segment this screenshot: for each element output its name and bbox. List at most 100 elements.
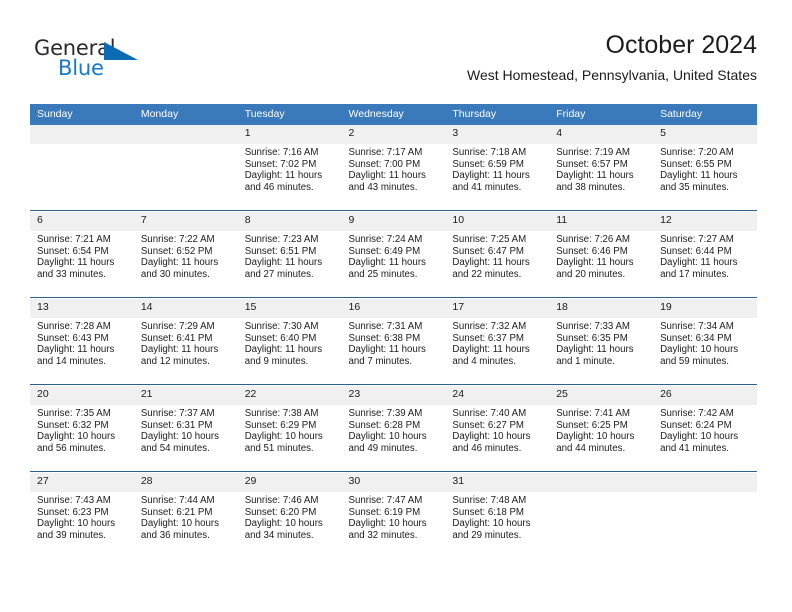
day-cell[interactable]: Sunrise: 7:39 AM Sunset: 6:28 PM Dayligh… xyxy=(341,405,446,472)
day-number[interactable] xyxy=(549,473,654,492)
day-cell[interactable]: Sunrise: 7:46 AM Sunset: 6:20 PM Dayligh… xyxy=(237,492,342,558)
day-cell[interactable]: Sunrise: 7:33 AM Sunset: 6:35 PM Dayligh… xyxy=(549,318,654,385)
day-cell[interactable]: Sunrise: 7:31 AM Sunset: 6:38 PM Dayligh… xyxy=(341,318,446,385)
day-cell[interactable]: Sunrise: 7:24 AM Sunset: 6:49 PM Dayligh… xyxy=(341,231,446,298)
daylight-text-line2: and 33 minutes. xyxy=(37,269,106,281)
day-cell[interactable]: Sunrise: 7:26 AM Sunset: 6:46 PM Dayligh… xyxy=(549,231,654,298)
daylight-text-line1: Daylight: 10 hours xyxy=(556,431,635,443)
day-number[interactable]: 11 xyxy=(549,212,654,231)
day-cell[interactable]: Sunrise: 7:37 AM Sunset: 6:31 PM Dayligh… xyxy=(133,405,238,472)
day-cell[interactable]: Sunrise: 7:34 AM Sunset: 6:34 PM Dayligh… xyxy=(653,318,757,385)
day-number[interactable]: 18 xyxy=(549,299,654,318)
day-cell[interactable]: Sunrise: 7:28 AM Sunset: 6:43 PM Dayligh… xyxy=(30,318,134,385)
day-number[interactable]: 28 xyxy=(133,473,238,492)
day-cell[interactable]: Sunrise: 7:30 AM Sunset: 6:40 PM Dayligh… xyxy=(237,318,342,385)
day-cell[interactable]: Sunrise: 7:17 AM Sunset: 7:00 PM Dayligh… xyxy=(341,144,446,211)
daylight-text-line2: and 27 minutes. xyxy=(244,269,314,281)
day-cell[interactable]: Sunrise: 7:48 AM Sunset: 6:18 PM Dayligh… xyxy=(445,492,550,558)
day-number[interactable]: 4 xyxy=(549,125,654,144)
day-number[interactable]: 23 xyxy=(341,386,446,405)
daylight-text-line1: Daylight: 10 hours xyxy=(348,518,427,530)
sunrise-text: Sunrise: 7:40 AM xyxy=(452,408,527,419)
sunset-text: Sunset: 6:44 PM xyxy=(660,245,732,257)
day-number[interactable]: 17 xyxy=(445,299,550,318)
day-number[interactable]: 13 xyxy=(30,299,134,318)
day-cell[interactable]: Sunrise: 7:25 AM Sunset: 6:47 PM Dayligh… xyxy=(445,231,550,298)
sunset-text: Sunset: 7:00 PM xyxy=(348,158,421,170)
daylight-text-line2: and 14 minutes. xyxy=(37,356,106,368)
daylight-text-line2: and 59 minutes. xyxy=(660,356,729,368)
day-number[interactable]: 9 xyxy=(341,212,446,231)
daylight-text-line1: Daylight: 11 hours xyxy=(244,344,323,356)
day-cell[interactable]: Sunrise: 7:16 AM Sunset: 7:02 PM Dayligh… xyxy=(237,144,342,211)
day-number[interactable] xyxy=(30,125,134,144)
sunset-text: Sunset: 6:27 PM xyxy=(452,419,524,431)
sunrise-text: Sunrise: 7:30 AM xyxy=(244,321,319,332)
day-cell[interactable]: Sunrise: 7:29 AM Sunset: 6:41 PM Dayligh… xyxy=(133,318,238,385)
sunrise-text: Sunrise: 7:23 AM xyxy=(244,234,319,245)
day-number[interactable] xyxy=(653,473,757,492)
day-number[interactable]: 26 xyxy=(653,386,757,405)
page-subtitle: West Homestead, Pennsylvania, United Sta… xyxy=(466,67,757,83)
sunrise-text: Sunrise: 7:27 AM xyxy=(660,234,734,245)
day-number[interactable]: 10 xyxy=(445,212,550,231)
sunrise-text: Sunrise: 7:43 AM xyxy=(37,495,111,506)
day-number[interactable]: 20 xyxy=(30,386,134,405)
day-cell[interactable]: Sunrise: 7:19 AM Sunset: 6:57 PM Dayligh… xyxy=(549,144,654,211)
daylight-text-line2: and 7 minutes. xyxy=(348,356,413,368)
day-number[interactable]: 19 xyxy=(653,299,757,318)
day-number[interactable]: 5 xyxy=(653,125,757,144)
day-cell[interactable]: Sunrise: 7:22 AM Sunset: 6:52 PM Dayligh… xyxy=(133,231,238,298)
sunset-text: Sunset: 6:18 PM xyxy=(452,506,524,518)
day-number[interactable]: 3 xyxy=(445,125,550,144)
sunrise-text: Sunrise: 7:16 AM xyxy=(244,147,319,158)
sunset-text: Sunset: 6:24 PM xyxy=(660,419,732,431)
week-row-details: Sunrise: 7:43 AM Sunset: 6:23 PM Dayligh… xyxy=(30,492,757,558)
day-cell[interactable]: Sunrise: 7:20 AM Sunset: 6:55 PM Dayligh… xyxy=(653,144,757,211)
day-cell[interactable]: Sunrise: 7:41 AM Sunset: 6:25 PM Dayligh… xyxy=(549,405,654,472)
day-number[interactable]: 25 xyxy=(549,386,654,405)
day-cell[interactable]: Sunrise: 7:32 AM Sunset: 6:37 PM Dayligh… xyxy=(445,318,550,385)
daylight-text-line1: Daylight: 11 hours xyxy=(556,257,634,269)
day-number[interactable] xyxy=(133,125,238,144)
day-number[interactable]: 21 xyxy=(133,386,238,405)
day-number[interactable]: 29 xyxy=(237,473,342,492)
day-number[interactable]: 2 xyxy=(341,125,446,144)
calendar-header-row: Sunday Monday Tuesday Wednesday Thursday… xyxy=(30,104,757,125)
sunrise-text: Sunrise: 7:20 AM xyxy=(660,147,734,158)
day-cell[interactable]: Sunrise: 7:27 AM Sunset: 6:44 PM Dayligh… xyxy=(653,231,757,298)
day-number[interactable]: 1 xyxy=(237,125,342,144)
weekday-header-saturday: Saturday xyxy=(653,104,757,125)
day-number[interactable]: 30 xyxy=(341,473,446,492)
general-blue-logo[interactable]: General Blue xyxy=(34,36,154,82)
weekday-header-monday: Monday xyxy=(133,104,238,125)
day-number[interactable]: 27 xyxy=(30,473,134,492)
daylight-text-line1: Daylight: 10 hours xyxy=(140,518,219,530)
daylight-text-line1: Daylight: 10 hours xyxy=(452,431,531,443)
day-cell[interactable]: Sunrise: 7:44 AM Sunset: 6:21 PM Dayligh… xyxy=(133,492,238,558)
day-cell[interactable]: Sunrise: 7:21 AM Sunset: 6:54 PM Dayligh… xyxy=(30,231,134,298)
sunrise-sunset-calendar: Sunday Monday Tuesday Wednesday Thursday… xyxy=(30,104,757,558)
day-cell[interactable]: Sunrise: 7:38 AM Sunset: 6:29 PM Dayligh… xyxy=(237,405,342,472)
daylight-text-line2: and 25 minutes. xyxy=(348,269,418,281)
day-number[interactable]: 24 xyxy=(445,386,550,405)
day-number[interactable]: 31 xyxy=(445,473,550,492)
day-cell[interactable]: Sunrise: 7:23 AM Sunset: 6:51 PM Dayligh… xyxy=(237,231,342,298)
day-number[interactable]: 14 xyxy=(133,299,238,318)
day-number[interactable]: 7 xyxy=(133,212,238,231)
day-number[interactable]: 6 xyxy=(30,212,134,231)
day-cell[interactable]: Sunrise: 7:47 AM Sunset: 6:19 PM Dayligh… xyxy=(341,492,446,558)
day-number[interactable]: 12 xyxy=(653,212,757,231)
day-number[interactable]: 16 xyxy=(341,299,446,318)
day-cell[interactable]: Sunrise: 7:35 AM Sunset: 6:32 PM Dayligh… xyxy=(30,405,134,472)
day-cell[interactable]: Sunrise: 7:40 AM Sunset: 6:27 PM Dayligh… xyxy=(445,405,550,472)
daylight-text-line2: and 35 minutes. xyxy=(660,182,729,194)
day-cell[interactable]: Sunrise: 7:43 AM Sunset: 6:23 PM Dayligh… xyxy=(30,492,134,558)
day-number[interactable]: 15 xyxy=(237,299,342,318)
day-number[interactable]: 8 xyxy=(237,212,342,231)
day-cell[interactable]: Sunrise: 7:42 AM Sunset: 6:24 PM Dayligh… xyxy=(653,405,757,472)
day-number[interactable]: 22 xyxy=(237,386,342,405)
weekday-header-sunday: Sunday xyxy=(30,104,134,125)
daylight-text-line1: Daylight: 11 hours xyxy=(348,170,426,182)
day-cell[interactable]: Sunrise: 7:18 AM Sunset: 6:59 PM Dayligh… xyxy=(445,144,550,211)
